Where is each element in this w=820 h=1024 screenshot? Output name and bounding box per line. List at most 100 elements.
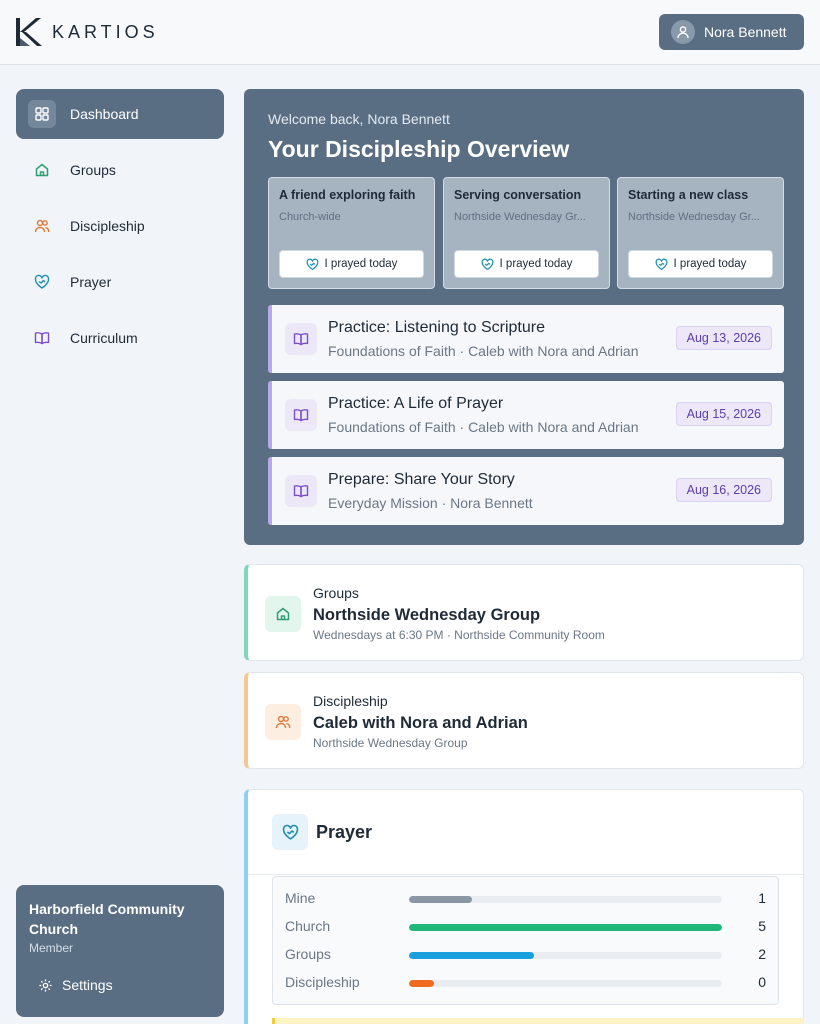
curriculum-item[interactable]: Practice: Listening to Scripture Foundat… <box>268 305 784 373</box>
settings-label: Settings <box>62 977 113 993</box>
request-scope: Church-wide <box>279 211 341 223</box>
stat-count: 2 <box>758 946 766 962</box>
prayer-request-card: Starting a new class Northside Wednesday… <box>617 177 784 289</box>
card-subtitle: Northside Wednesday Group <box>313 736 468 750</box>
prayed-today-label: I prayed today <box>499 258 573 270</box>
item-title: Prepare: Share Your Story <box>328 471 515 488</box>
settings-button[interactable]: Settings <box>38 977 113 993</box>
book-icon <box>285 399 317 431</box>
overview-panel: Welcome back, Nora Bennett Your Disciple… <box>244 89 804 545</box>
request-title: A friend exploring faith <box>279 188 416 202</box>
brand-name: KARTIOS <box>52 21 159 42</box>
avatar <box>671 20 695 44</box>
group-card[interactable]: Groups Northside Wednesday Group Wednesd… <box>244 564 804 661</box>
prayed-today-label: I prayed today <box>673 258 747 270</box>
stat-bar <box>409 980 722 987</box>
stat-bar <box>409 896 722 903</box>
item-subtitle: Foundations of Faith · Caleb with Nora a… <box>328 343 639 359</box>
sidebar-item-label: Curriculum <box>70 330 138 346</box>
page-title: Your Discipleship Overview <box>268 136 570 162</box>
stat-label: Church <box>285 918 331 934</box>
prayer-card: Prayer Mine 1 Church 5 Groups 2 Disciple… <box>244 789 804 1024</box>
stat-bar <box>409 924 722 931</box>
sidebar-item-label: Dashboard <box>70 106 139 122</box>
stat-count: 1 <box>758 890 766 906</box>
user-name: Nora Bennett <box>704 24 787 40</box>
sidebar-item-label: Prayer <box>70 274 112 290</box>
heart-handshake-icon <box>481 258 493 270</box>
user-icon <box>677 26 689 39</box>
date-badge: Aug 16, 2026 <box>675 478 772 502</box>
sidebar-item-label: Discipleship <box>70 218 145 234</box>
sidebar-item-prayer[interactable]: Prayer <box>16 257 224 307</box>
item-subtitle: Foundations of Faith · Caleb with Nora a… <box>328 419 639 435</box>
stat-row-church: Church 5 <box>273 913 778 941</box>
sidebar-item-discipleship[interactable]: Discipleship <box>16 201 224 251</box>
brand-logo[interactable]: KARTIOS <box>16 18 159 46</box>
curriculum-item[interactable]: Practice: A Life of Prayer Foundations o… <box>268 381 784 449</box>
discipleship-card[interactable]: Discipleship Caleb with Nora and Adrian … <box>244 672 804 769</box>
church-card: Harborfield Community Church Member Sett… <box>16 885 224 1017</box>
heart-handshake-icon <box>28 268 56 296</box>
sidebar-item-groups[interactable]: Groups <box>16 145 224 195</box>
prayed-today-button[interactable]: I prayed today <box>628 250 773 278</box>
dashboard-icon <box>28 100 56 128</box>
stat-bar-fill <box>409 980 435 987</box>
book-icon <box>285 475 317 507</box>
stat-bar-fill <box>409 924 722 931</box>
house-icon <box>265 596 301 632</box>
prayer-stats: Mine 1 Church 5 Groups 2 Discipleship 0 <box>272 876 779 1005</box>
prayed-today-button[interactable]: I prayed today <box>454 250 599 278</box>
next-card-edge <box>272 1018 804 1024</box>
top-bar: KARTIOS Nora Bennett <box>0 0 820 65</box>
prayed-today-button[interactable]: I prayed today <box>279 250 424 278</box>
stat-row-discipleship: Discipleship 0 <box>273 969 778 997</box>
prayer-request-card: A friend exploring faith Church-wide I p… <box>268 177 435 289</box>
stat-label: Mine <box>285 890 316 906</box>
curriculum-item[interactable]: Prepare: Share Your Story Everyday Missi… <box>268 457 784 525</box>
sidebar: Dashboard Groups Discipleship Prayer Cur… <box>16 89 224 369</box>
stat-label: Discipleship <box>285 974 360 990</box>
date-badge: Aug 13, 2026 <box>675 326 772 350</box>
card-title: Northside Wednesday Group <box>313 606 541 624</box>
stat-bar-fill <box>409 952 535 959</box>
stat-bar-fill <box>409 896 472 903</box>
stat-count: 5 <box>758 918 766 934</box>
sidebar-item-curriculum[interactable]: Curriculum <box>16 313 224 363</box>
card-category: Groups <box>313 585 359 601</box>
stat-row-mine: Mine 1 <box>273 885 778 913</box>
card-title: Caleb with Nora and Adrian <box>313 714 528 732</box>
heart-handshake-icon <box>272 814 308 850</box>
stat-row-groups: Groups 2 <box>273 941 778 969</box>
card-subtitle: Wednesdays at 6:30 PM · Northside Commun… <box>313 628 605 642</box>
card-category: Discipleship <box>313 693 388 709</box>
date-badge: Aug 15, 2026 <box>675 402 772 426</box>
request-scope: Northside Wednesday Gr... <box>628 211 760 223</box>
request-title: Serving conversation <box>454 188 582 202</box>
item-title: Practice: Listening to Scripture <box>328 319 545 336</box>
prayer-card-header: Prayer <box>248 790 804 875</box>
item-subtitle: Everyday Mission · Nora Bennett <box>328 495 533 511</box>
stat-bar <box>409 952 722 959</box>
gear-icon <box>39 978 52 992</box>
request-scope: Northside Wednesday Gr... <box>454 211 586 223</box>
stat-label: Groups <box>285 946 331 962</box>
prayer-request-card: Serving conversation Northside Wednesday… <box>443 177 610 289</box>
request-title: Starting a new class <box>628 188 749 202</box>
church-name: Harborfield Community Church <box>29 901 185 937</box>
stat-count: 0 <box>758 974 766 990</box>
heart-handshake-icon <box>655 258 667 270</box>
people-icon <box>265 704 301 740</box>
heart-handshake-icon <box>306 258 318 270</box>
item-title: Practice: A Life of Prayer <box>328 395 504 412</box>
user-menu-button[interactable]: Nora Bennett <box>659 14 804 50</box>
book-icon <box>28 324 56 352</box>
church-role: Member <box>29 941 74 955</box>
book-icon <box>285 323 317 355</box>
house-icon <box>28 156 56 184</box>
prayed-today-label: I prayed today <box>324 258 398 270</box>
kartios-logo-icon <box>16 18 42 46</box>
people-icon <box>28 212 56 240</box>
prayer-title: Prayer <box>316 822 373 842</box>
sidebar-item-dashboard[interactable]: Dashboard <box>16 89 224 139</box>
